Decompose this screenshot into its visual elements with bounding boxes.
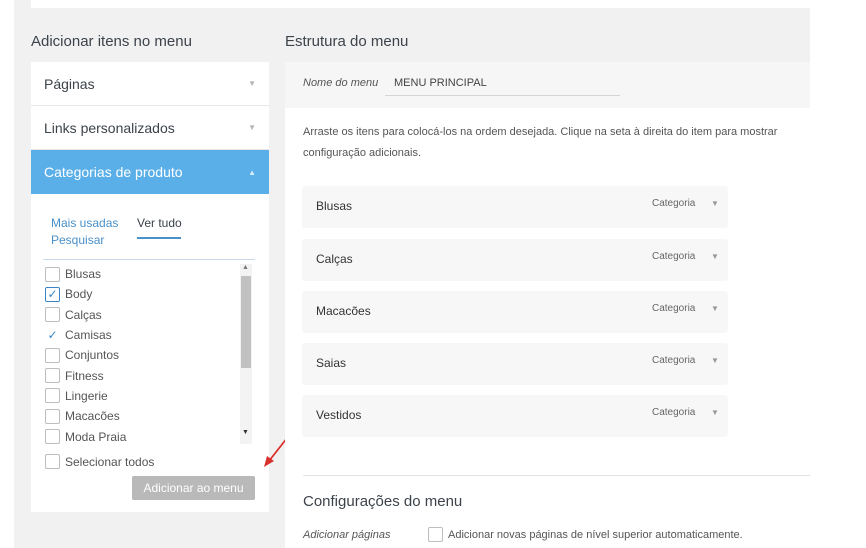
menu-item[interactable]: Saias Categoria ▼ [302,343,728,385]
category-label: Blusas [65,267,102,282]
chevron-down-icon[interactable]: ▼ [711,304,719,313]
menu-name-label: Nome do menu [303,77,379,89]
checkbox[interactable] [45,388,60,404]
select-all[interactable]: Selecionar todos [45,454,154,469]
auto-add-pages-label: Adicionar novas páginas de nível superio… [448,528,743,541]
instructions-line-1: Arraste os itens para colocá-los na orde… [303,126,778,138]
category-label: Lingerie [65,388,108,403]
instructions-line-2: configuração adicionais. [303,147,422,159]
category-label: Moda Praia [65,429,127,444]
menu-item-label: Macacões [316,304,371,318]
tabs-divider [43,259,255,260]
menu-item[interactable]: Macacões Categoria ▼ [302,291,728,333]
category-label: Conjuntos [65,348,120,363]
section-divider [303,475,810,476]
tab-most-used[interactable]: Mais usadas [51,216,118,230]
checkbox[interactable] [45,408,60,424]
list-item[interactable]: Moda Praia [45,426,255,444]
list-item[interactable]: ✓ Body [45,284,255,304]
section-product-categories[interactable]: Categorias de produto ▲ [31,150,269,194]
menu-item-label: Calças [316,252,353,266]
list-item[interactable]: Fitness [45,365,255,385]
menu-item-label: Vestidos [316,408,362,422]
chevron-down-icon[interactable]: ▼ [711,199,719,208]
scroll-up-icon[interactable]: ▲ [242,264,249,271]
category-label: Camisas [65,328,112,343]
checkbox[interactable] [45,266,60,282]
active-tab-indicator [137,237,181,239]
menu-item-label: Saias [316,356,347,370]
instructions-text: Arraste os itens para colocá-los na orde… [303,122,813,164]
list-item[interactable]: ✓ Camisas [45,325,255,345]
tab-view-all[interactable]: Ver tudo [137,216,182,230]
tab-search[interactable]: Pesquisar [51,233,104,247]
list-item[interactable]: Calças [45,305,255,325]
list-item[interactable]: Conjuntos [45,345,255,365]
section-pages-label: Páginas [44,75,95,92]
checkbox[interactable]: ✓ [45,327,60,343]
scroll-down-icon[interactable]: ▼ [242,429,249,436]
menu-item-type: Categoria [652,355,696,366]
menu-name-bar: Nome do menu MENU PRINCIPAL [285,62,810,108]
menu-item-type: Categoria [652,303,696,314]
menu-item-label: Blusas [316,199,353,213]
checkbox[interactable]: ✓ [45,286,60,302]
category-scrollbar[interactable]: ▲ ▼ [240,264,252,444]
section-custom-links-label: Links personalizados [44,119,175,136]
menu-name-input[interactable]: MENU PRINCIPAL [394,77,487,89]
menu-item[interactable]: Blusas Categoria ▼ [302,186,728,228]
chevron-down-icon[interactable]: ▼ [711,356,719,365]
menu-settings-title: Configurações do menu [303,493,463,510]
menu-structure-title: Estrutura do menu [285,33,409,50]
add-to-menu-button[interactable]: Adicionar ao menu [132,476,255,500]
add-items-accordion: Páginas ▼ Links personalizados ▼ Categor… [31,62,269,512]
list-item[interactable]: Macacões [45,406,255,426]
menu-name-underline [385,95,620,96]
category-label: Macacões [65,409,120,424]
chevron-down-icon: ▼ [248,79,256,88]
category-list: Blusas ✓ Body Calças ✓ Camisas Conjuntos… [45,264,255,444]
add-pages-label: Adicionar páginas [303,529,391,541]
check-icon: ✓ [47,328,58,343]
checkbox[interactable] [45,347,60,363]
menu-item-type: Categoria [652,251,696,262]
chevron-down-icon[interactable]: ▼ [711,408,719,417]
checkbox[interactable] [45,368,60,384]
category-tabs: Mais usadas Ver tudo Pesquisar [51,216,221,247]
list-item[interactable]: Lingerie [45,386,255,406]
scrollbar-thumb[interactable] [241,276,251,368]
chevron-down-icon: ▼ [248,123,256,132]
menu-item-type: Categoria [652,198,696,209]
chevron-up-icon: ▲ [248,167,256,177]
section-pages[interactable]: Páginas ▼ [31,62,269,106]
section-product-categories-label: Categorias de produto [44,164,183,180]
chevron-down-icon[interactable]: ▼ [711,252,719,261]
category-label: Body [65,287,93,302]
select-all-label: Selecionar todos [65,454,155,469]
category-label: Fitness [65,368,104,383]
top-strip [31,0,810,8]
menu-item[interactable]: Calças Categoria ▼ [302,239,728,281]
menu-item[interactable]: Vestidos Categoria ▼ [302,395,728,437]
add-items-title: Adicionar itens no menu [31,33,192,50]
menu-item-type: Categoria [652,407,696,418]
check-icon: ✓ [47,287,58,302]
list-item[interactable]: Blusas [45,264,255,284]
checkbox[interactable] [45,429,60,444]
checkbox[interactable] [45,307,60,323]
auto-add-pages-checkbox[interactable] [428,527,443,542]
select-all-checkbox[interactable] [45,454,60,469]
product-categories-panel: Mais usadas Ver tudo Pesquisar Blusas ✓ … [31,194,269,512]
auto-add-pages-option[interactable]: Adicionar novas páginas de nível superio… [428,527,743,542]
category-label: Calças [65,307,102,322]
section-custom-links[interactable]: Links personalizados ▼ [31,106,269,150]
menu-structure-panel: Arraste os itens para colocá-los na orde… [285,108,810,548]
